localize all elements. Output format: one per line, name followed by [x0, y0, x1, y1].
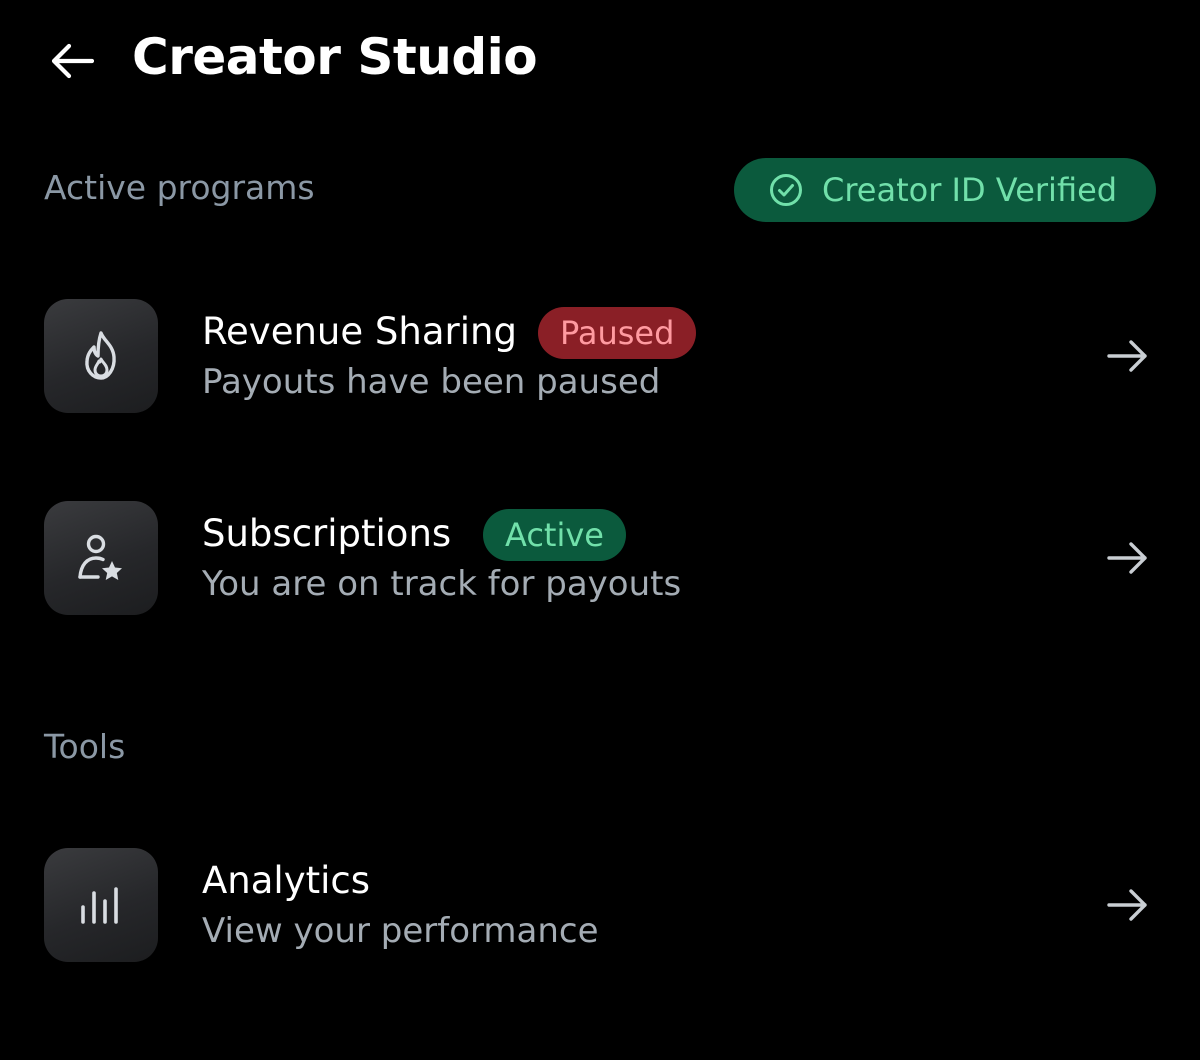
- status-badge-active: Active: [483, 509, 626, 561]
- status-badge-paused: Paused: [538, 307, 697, 359]
- tool-row-analytics[interactable]: Analytics View your performance: [0, 845, 1200, 965]
- open-analytics-button[interactable]: [1102, 883, 1154, 927]
- arrow-right-icon: [1107, 542, 1147, 574]
- program-subtitle: Payouts have been paused: [202, 362, 661, 402]
- check-circle-icon: [770, 174, 802, 206]
- section-heading-active-programs: Active programs: [44, 168, 315, 207]
- open-subscriptions-button[interactable]: [1102, 536, 1154, 580]
- program-row-revenue-sharing[interactable]: Revenue Sharing Paused Payouts have been…: [0, 296, 1200, 416]
- open-revenue-sharing-button[interactable]: [1102, 334, 1154, 378]
- creator-studio-screen: Creator Studio Active programs Creator I…: [0, 0, 1200, 1060]
- verified-label: Creator ID Verified: [822, 171, 1118, 209]
- program-title: Subscriptions: [202, 512, 452, 555]
- arrow-right-icon: [1107, 340, 1147, 372]
- program-title: Revenue Sharing: [202, 310, 517, 353]
- top-bar: Creator Studio: [0, 0, 1200, 124]
- subscriptions-icon-tile: [44, 501, 158, 615]
- back-arrow-icon: [51, 43, 94, 79]
- program-row-subscriptions[interactable]: Subscriptions Active You are on track fo…: [0, 498, 1200, 618]
- analytics-icon-tile: [44, 848, 158, 962]
- section-heading-tools: Tools: [44, 727, 126, 766]
- arrow-right-icon: [1107, 889, 1147, 921]
- creator-id-verified-badge[interactable]: Creator ID Verified: [734, 158, 1156, 222]
- bar-chart-icon: [81, 887, 118, 924]
- tool-title: Analytics: [202, 859, 371, 902]
- flame-icon: [85, 331, 116, 380]
- tool-subtitle: View your performance: [202, 911, 599, 951]
- page-title: Creator Studio: [132, 28, 538, 86]
- revenue-sharing-icon-tile: [44, 299, 158, 413]
- user-star-icon: [78, 534, 122, 580]
- program-subtitle: You are on track for payouts: [202, 564, 682, 604]
- back-button[interactable]: [44, 36, 100, 86]
